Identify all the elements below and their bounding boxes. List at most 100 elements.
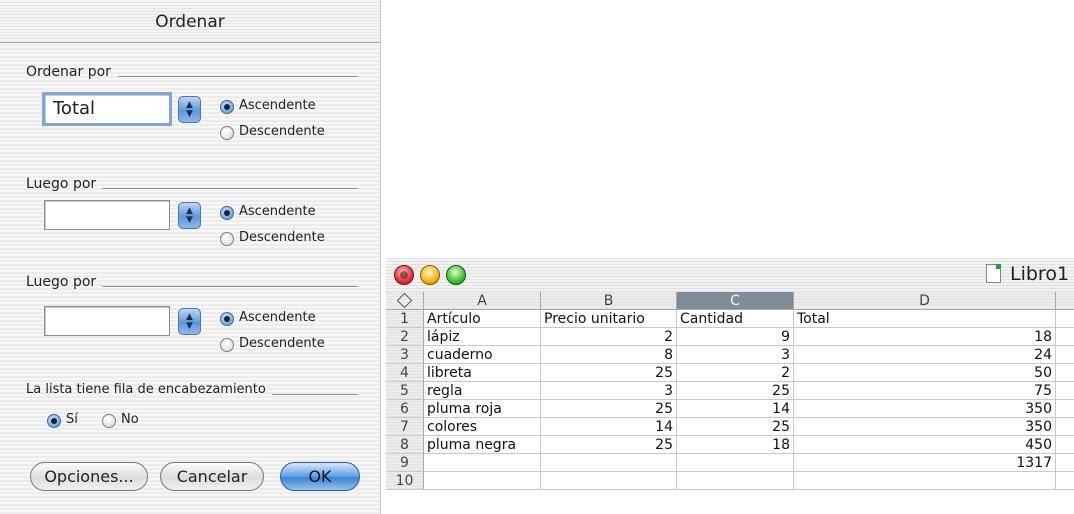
sort-by-ascending-radio[interactable] <box>220 100 234 114</box>
cell-a[interactable]: pluma negra <box>424 436 541 454</box>
cell-d[interactable]: 1317 <box>794 454 1056 472</box>
then-by-2-label: Luego por <box>26 274 97 290</box>
select-all-icon <box>396 292 413 309</box>
header-row-no-label: No <box>121 412 139 427</box>
cell-a[interactable] <box>424 472 541 490</box>
cell-e[interactable] <box>1056 328 1074 346</box>
row-header[interactable]: 1 <box>386 310 424 328</box>
header-row-label: La lista tiene fila de encabezamiento <box>26 382 266 397</box>
sort-by-descending-radio[interactable] <box>220 126 234 140</box>
row-header[interactable]: 4 <box>386 364 424 382</box>
cell-d[interactable] <box>794 472 1056 490</box>
cell-e[interactable] <box>1056 472 1074 490</box>
column-header-e[interactable] <box>1056 292 1074 310</box>
then-by-2-field[interactable] <box>44 306 170 336</box>
cell-a[interactable] <box>424 454 541 472</box>
header-row-yes-radio[interactable] <box>47 414 61 428</box>
header-row-no-radio[interactable] <box>102 414 116 428</box>
cell-d[interactable]: 350 <box>794 418 1056 436</box>
cell-b[interactable] <box>541 472 677 490</box>
then-by-2-descending-radio[interactable] <box>220 338 234 352</box>
then-by-1-label: Luego por <box>26 176 97 192</box>
cell-b[interactable]: 3 <box>541 382 677 400</box>
cell-c[interactable] <box>677 472 794 490</box>
row-header[interactable]: 5 <box>386 382 424 400</box>
document-icon <box>986 264 1001 283</box>
cell-b[interactable]: Precio unitario <box>541 310 677 328</box>
sort-by-field[interactable]: Total <box>42 92 172 126</box>
sort-by-divider <box>118 76 358 78</box>
close-window-icon[interactable] <box>394 265 414 285</box>
cell-e[interactable] <box>1056 418 1074 436</box>
cell-c[interactable]: 25 <box>677 382 794 400</box>
cell-b[interactable]: 25 <box>541 436 677 454</box>
column-header-a[interactable]: A <box>424 292 541 310</box>
sort-by-ascending-label: Ascendente <box>239 98 316 113</box>
cell-c[interactable]: 9 <box>677 328 794 346</box>
cell-b[interactable]: 25 <box>541 364 677 382</box>
column-header-c[interactable]: C <box>677 292 794 310</box>
zoom-window-icon[interactable] <box>446 265 466 285</box>
cell-d[interactable]: 350 <box>794 400 1056 418</box>
then-by-2-ascending-radio[interactable] <box>220 312 234 326</box>
cell-e[interactable] <box>1056 436 1074 454</box>
cell-b[interactable] <box>541 454 677 472</box>
cell-a[interactable]: Artículo <box>424 310 541 328</box>
cell-b[interactable]: 2 <box>541 328 677 346</box>
cell-a[interactable]: regla <box>424 382 541 400</box>
cell-b[interactable]: 14 <box>541 418 677 436</box>
cell-a[interactable]: lápiz <box>424 328 541 346</box>
row-header[interactable]: 3 <box>386 346 424 364</box>
cell-e[interactable] <box>1056 454 1074 472</box>
cell-e[interactable] <box>1056 400 1074 418</box>
minimize-window-icon[interactable] <box>420 265 440 285</box>
cell-c[interactable]: 18 <box>677 436 794 454</box>
sort-dialog: Ordenar Ordenar por Total ▲ ▼ Ascendente … <box>0 0 381 514</box>
window-titlebar[interactable]: Libro1 <box>386 258 1074 292</box>
then-by-1-descending-radio[interactable] <box>220 232 234 246</box>
cell-d[interactable]: 24 <box>794 346 1056 364</box>
then-by-1-popup-arrows[interactable]: ▲ ▼ <box>178 202 201 229</box>
cell-c[interactable]: 2 <box>677 364 794 382</box>
cell-a[interactable]: colores <box>424 418 541 436</box>
then-by-1-ascending-radio[interactable] <box>220 206 234 220</box>
select-all-corner[interactable] <box>386 292 424 310</box>
cell-d[interactable]: 75 <box>794 382 1056 400</box>
window-title: Libro1 <box>1010 263 1070 285</box>
cell-c[interactable]: Cantidad <box>677 310 794 328</box>
row-header[interactable]: 7 <box>386 418 424 436</box>
sort-by-popup-arrows[interactable]: ▲ ▼ <box>178 96 201 123</box>
cancel-button[interactable]: Cancelar <box>160 462 264 491</box>
cell-d[interactable]: Total <box>794 310 1056 328</box>
cell-a[interactable]: pluma roja <box>424 400 541 418</box>
cell-e[interactable] <box>1056 346 1074 364</box>
cell-d[interactable]: 450 <box>794 436 1056 454</box>
cell-c[interactable]: 3 <box>677 346 794 364</box>
cell-c[interactable]: 14 <box>677 400 794 418</box>
cell-d[interactable]: 50 <box>794 364 1056 382</box>
cell-e[interactable] <box>1056 310 1074 328</box>
row-header[interactable]: 10 <box>386 472 424 490</box>
column-header-d[interactable]: D <box>794 292 1056 310</box>
then-by-2-popup-arrows[interactable]: ▲ ▼ <box>178 308 201 335</box>
cell-b[interactable]: 8 <box>541 346 677 364</box>
dialog-titlebar[interactable]: Ordenar <box>0 0 380 43</box>
row-header[interactable]: 9 <box>386 454 424 472</box>
column-header-b[interactable]: B <box>541 292 677 310</box>
cell-a[interactable]: libreta <box>424 364 541 382</box>
cell-c[interactable]: 25 <box>677 418 794 436</box>
cell-e[interactable] <box>1056 364 1074 382</box>
options-button[interactable]: Opciones... <box>30 462 148 491</box>
row-header[interactable]: 8 <box>386 436 424 454</box>
then-by-1-field[interactable] <box>44 200 170 230</box>
cell-d[interactable]: 18 <box>794 328 1056 346</box>
row-header[interactable]: 2 <box>386 328 424 346</box>
header-row-yes-label: Sí <box>66 412 78 427</box>
row-header[interactable]: 6 <box>386 400 424 418</box>
cell-a[interactable]: cuaderno <box>424 346 541 364</box>
cell-b[interactable]: 25 <box>541 400 677 418</box>
cell-c[interactable] <box>677 454 794 472</box>
ok-button[interactable]: OK <box>280 462 360 491</box>
sort-by-descending-label: Descendente <box>239 124 325 139</box>
cell-e[interactable] <box>1056 382 1074 400</box>
